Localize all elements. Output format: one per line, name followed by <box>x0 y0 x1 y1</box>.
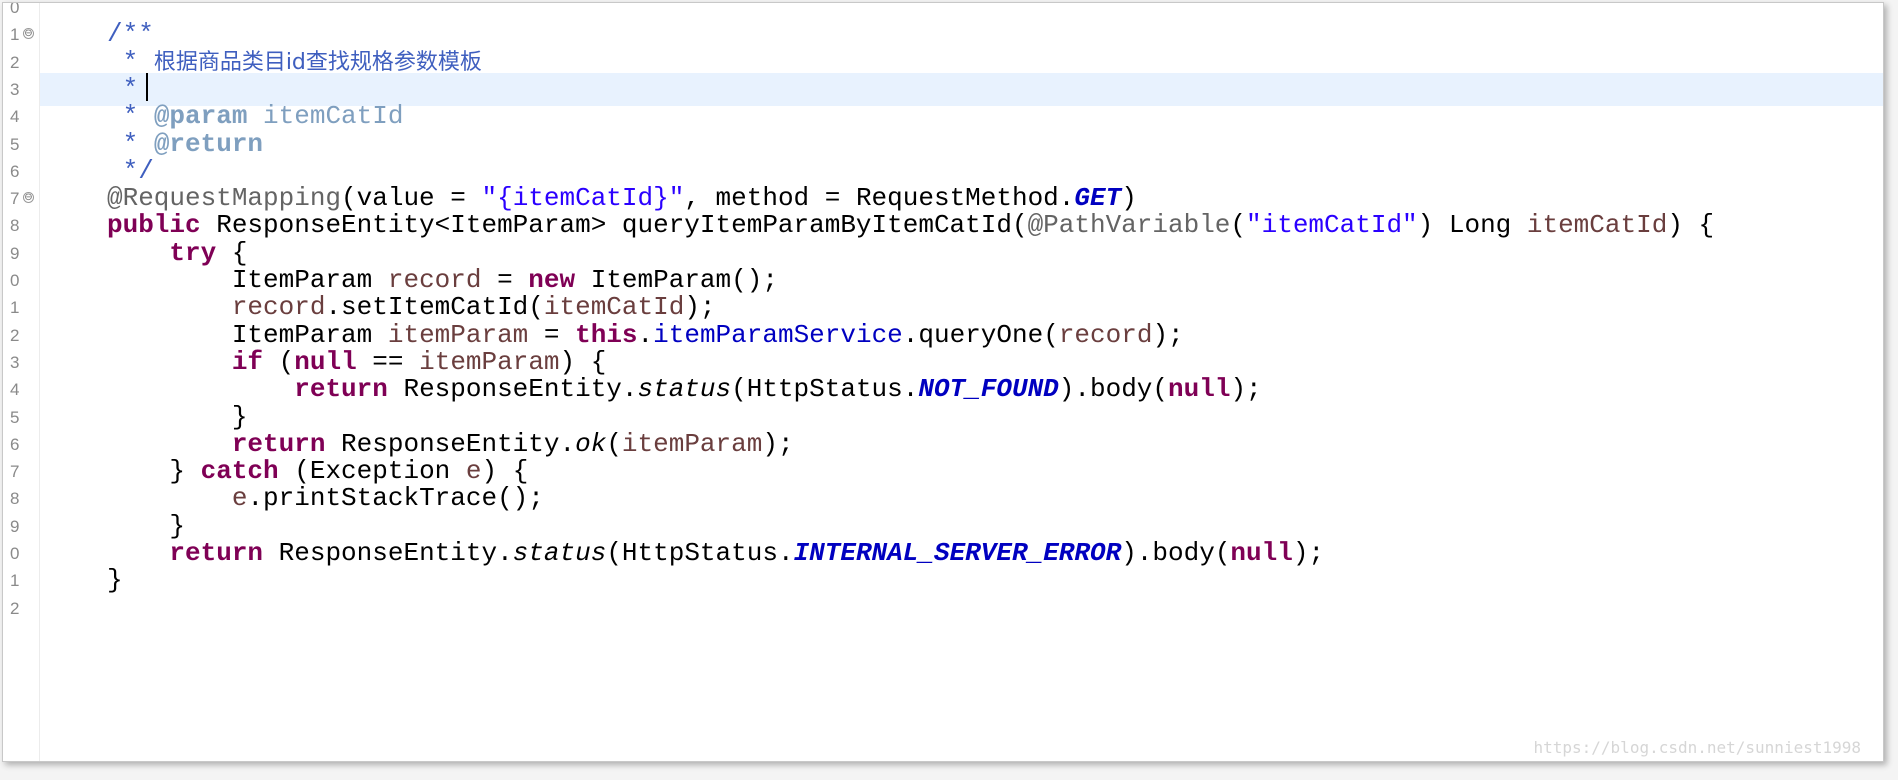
code-line[interactable]: 2 <box>3 592 1883 625</box>
line-number: 2 <box>10 598 20 618</box>
text-cursor <box>146 72 149 101</box>
line-number: 3 <box>10 79 20 99</box>
fold-collapse-icon[interactable]: ⊖ <box>23 28 34 40</box>
code-token: 根据商品类目id查找规格参数模板 <box>153 49 482 75</box>
code-editor[interactable]: 0 1 ⊖/** 2 * 根据商品类目id查找规格参数模板 * 4 * @param i… <box>3 3 1883 761</box>
watermark: https://blog.csdn.net/sunniest1998 <box>1533 738 1861 757</box>
editor-window: 0 1 ⊖/** 2 * 根据商品类目id查找规格参数模板 * 4 * @param i… <box>2 2 1884 762</box>
fold-collapse-icon[interactable]: ⊖ <box>23 192 34 204</box>
